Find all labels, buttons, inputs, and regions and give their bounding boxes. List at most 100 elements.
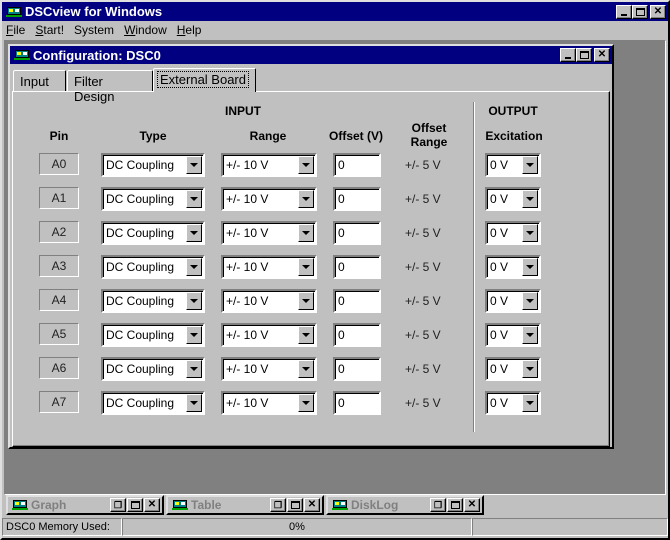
window-icon [172, 499, 188, 511]
range-select[interactable]: +/- 10 V [221, 289, 317, 313]
menu-window[interactable]: Window [124, 23, 167, 37]
excitation-select[interactable]: 0 V [485, 323, 541, 347]
restore-icon: ❐ [433, 499, 443, 510]
close-button[interactable]: ✕ [464, 498, 480, 512]
excitation-select[interactable]: 0 V [485, 153, 541, 177]
close-button[interactable]: ✕ [650, 4, 666, 19]
excitation-value: 0 V [490, 260, 509, 274]
config-titlebar[interactable]: Configuration: DSC0 ✕ [10, 46, 612, 64]
offset-input[interactable]: 0 [333, 255, 381, 279]
excitation-select[interactable]: 0 V [485, 289, 541, 313]
range-select[interactable]: +/- 10 V [221, 391, 317, 415]
range-select[interactable]: +/- 10 V [221, 323, 317, 347]
type-select[interactable]: DC Coupling [101, 357, 205, 381]
minimized-window-disklog[interactable]: DiskLog ❐ ✕ [326, 495, 484, 515]
dropdown-arrow-icon[interactable] [186, 224, 202, 242]
range-select[interactable]: +/- 10 V [221, 187, 317, 211]
excitation-select[interactable]: 0 V [485, 187, 541, 211]
dropdown-arrow-icon[interactable] [298, 258, 314, 276]
maximize-icon [635, 7, 645, 16]
config-minimize-button[interactable] [560, 48, 576, 62]
offset-input[interactable]: 0 [333, 221, 381, 245]
excitation-value: 0 V [490, 192, 509, 206]
offset-input[interactable]: 0 [333, 391, 381, 415]
type-select[interactable]: DC Coupling [101, 153, 205, 177]
menu-start[interactable]: Start! [35, 23, 64, 37]
minimized-window-table[interactable]: Table ❐ ✕ [166, 495, 324, 515]
maximize-button[interactable] [127, 498, 143, 512]
dropdown-arrow-icon[interactable] [186, 156, 202, 174]
range-select[interactable]: +/- 10 V [221, 153, 317, 177]
dropdown-arrow-icon[interactable] [298, 190, 314, 208]
close-button[interactable]: ✕ [304, 498, 320, 512]
config-close-button[interactable]: ✕ [594, 48, 610, 62]
dropdown-arrow-icon[interactable] [522, 258, 538, 276]
excitation-select[interactable]: 0 V [485, 221, 541, 245]
range-value: +/- 10 V [226, 226, 269, 240]
dropdown-arrow-icon[interactable] [522, 326, 538, 344]
dropdown-arrow-icon[interactable] [186, 292, 202, 310]
excitation-select[interactable]: 0 V [485, 391, 541, 415]
menu-file[interactable]: File [6, 23, 25, 37]
offset-input[interactable]: 0 [333, 323, 381, 347]
type-select[interactable]: DC Coupling [101, 391, 205, 415]
dropdown-arrow-icon[interactable] [522, 190, 538, 208]
dropdown-arrow-icon[interactable] [186, 394, 202, 412]
dropdown-arrow-icon[interactable] [298, 394, 314, 412]
maximize-button[interactable] [447, 498, 463, 512]
offset-input[interactable]: 0 [333, 187, 381, 211]
maximize-icon [450, 501, 460, 509]
dropdown-arrow-icon[interactable] [522, 224, 538, 242]
restore-button[interactable]: ❐ [110, 498, 126, 512]
dropdown-arrow-icon[interactable] [186, 258, 202, 276]
dropdown-arrow-icon[interactable] [186, 326, 202, 344]
dropdown-arrow-icon[interactable] [522, 156, 538, 174]
minimized-window-graph[interactable]: Graph ❐ ✕ [6, 495, 164, 515]
dropdown-arrow-icon[interactable] [298, 326, 314, 344]
restore-button[interactable]: ❐ [270, 498, 286, 512]
config-maximize-button[interactable] [576, 48, 592, 62]
dropdown-arrow-icon[interactable] [298, 224, 314, 242]
dropdown-arrow-icon[interactable] [522, 360, 538, 378]
dropdown-arrow-icon[interactable] [298, 292, 314, 310]
type-select[interactable]: DC Coupling [101, 187, 205, 211]
offset-range-value: +/- 5 V [405, 226, 441, 240]
tab-filter-design[interactable]: Filter Design [67, 70, 153, 104]
pin-label: A2 [39, 221, 79, 243]
dropdown-arrow-icon[interactable] [522, 292, 538, 310]
dropdown-arrow-icon[interactable] [186, 360, 202, 378]
dropdown-arrow-icon[interactable] [186, 190, 202, 208]
type-select[interactable]: DC Coupling [101, 255, 205, 279]
pin-label: A1 [39, 187, 79, 209]
offset-input[interactable]: 0 [333, 289, 381, 313]
offset-range-value: +/- 5 V [405, 328, 441, 342]
range-select[interactable]: +/- 10 V [221, 357, 317, 381]
excitation-value: 0 V [490, 328, 509, 342]
type-select[interactable]: DC Coupling [101, 289, 205, 313]
tab-input[interactable]: Input [13, 70, 66, 92]
close-icon: ✕ [467, 499, 477, 510]
excitation-select[interactable]: 0 V [485, 357, 541, 381]
dropdown-arrow-icon[interactable] [298, 360, 314, 378]
tab-external-board[interactable]: External Board [153, 68, 256, 92]
type-select[interactable]: DC Coupling [101, 323, 205, 347]
restore-icon: ❐ [113, 499, 123, 510]
menu-system[interactable]: System [74, 23, 114, 37]
dropdown-arrow-icon[interactable] [298, 156, 314, 174]
close-button[interactable]: ✕ [144, 498, 160, 512]
offset-input[interactable]: 0 [333, 153, 381, 177]
range-select[interactable]: +/- 10 V [221, 255, 317, 279]
restore-button[interactable]: ❐ [430, 498, 446, 512]
minimize-button[interactable] [616, 4, 632, 19]
range-select[interactable]: +/- 10 V [221, 221, 317, 245]
maximize-button[interactable] [287, 498, 303, 512]
type-select[interactable]: DC Coupling [101, 221, 205, 245]
maximize-button[interactable] [632, 4, 648, 19]
app-titlebar[interactable]: DSCview for Windows ✕ [2, 2, 668, 21]
minimize-icon [621, 13, 627, 16]
menu-help[interactable]: Help [177, 23, 202, 37]
excitation-select[interactable]: 0 V [485, 255, 541, 279]
offset-input[interactable]: 0 [333, 357, 381, 381]
pin-label: A4 [39, 289, 79, 311]
dropdown-arrow-icon[interactable] [522, 394, 538, 412]
